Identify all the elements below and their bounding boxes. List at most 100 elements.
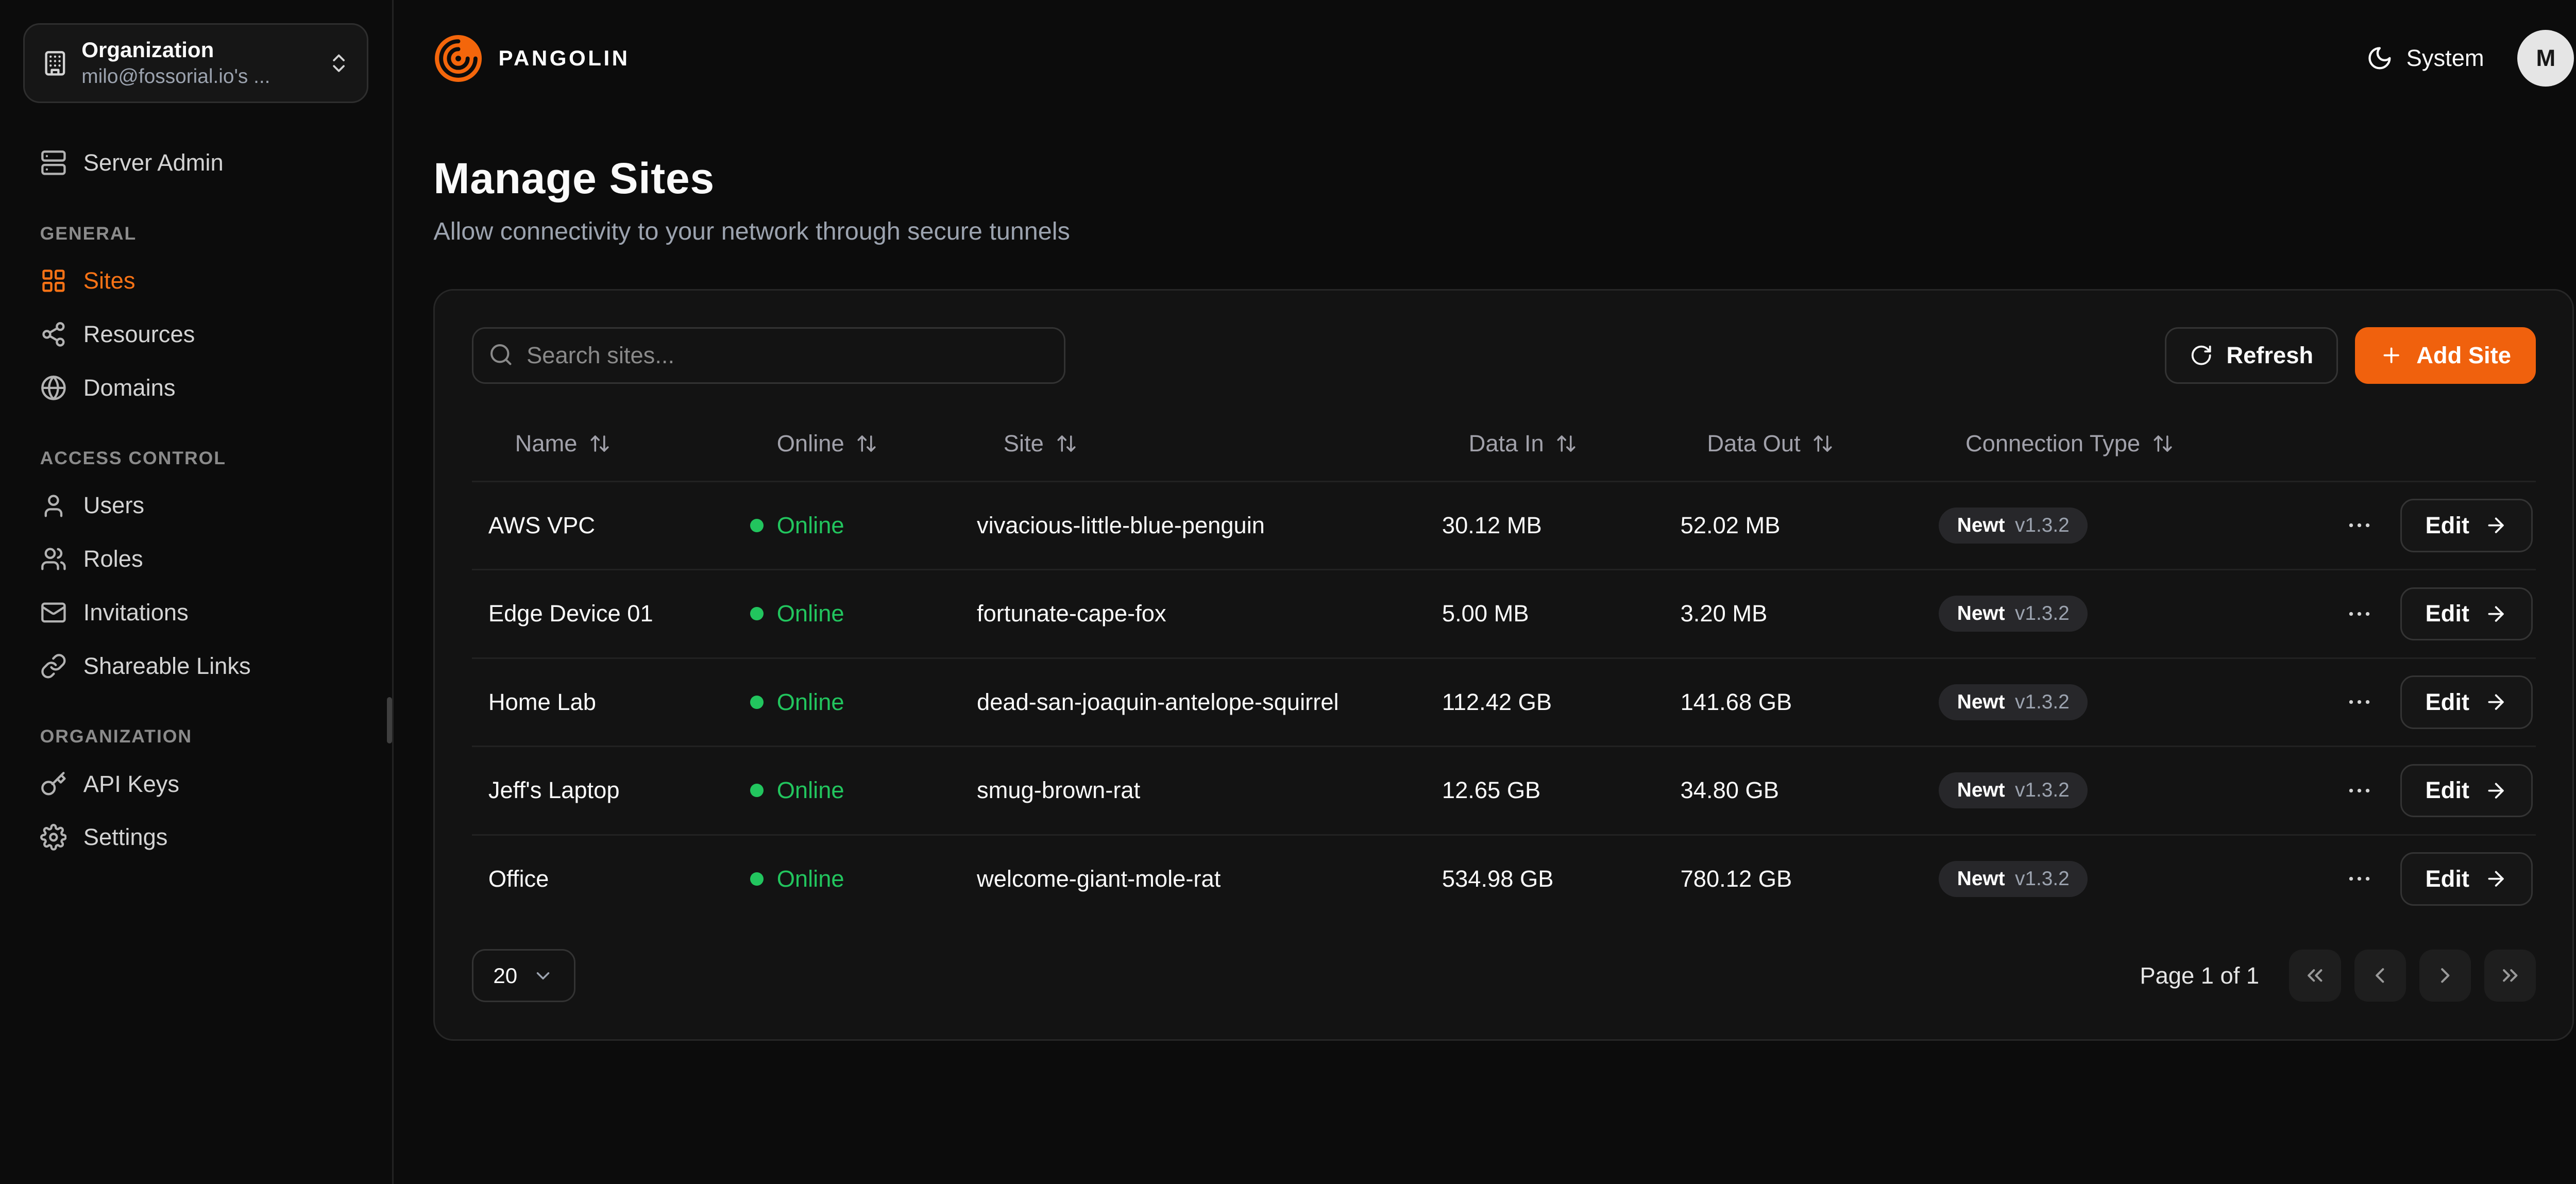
data-in-value: 534.98 GB — [1426, 866, 1664, 892]
table-footer: 20 Page 1 of 1 — [472, 949, 2536, 1003]
column-header-name: Name — [472, 430, 734, 457]
table-row: Edge Device 01 Online fortunate-cape-fox… — [472, 569, 2536, 657]
sort-data-out-button[interactable]: Data Out — [1707, 430, 1834, 457]
edit-button[interactable]: Edit — [2400, 499, 2533, 552]
gear-icon — [40, 824, 67, 851]
sidebar-item-resources[interactable]: Resources — [23, 308, 368, 361]
sort-icon — [2152, 433, 2174, 454]
sidebar-item-label: Settings — [83, 824, 168, 851]
row-menu-button[interactable] — [2345, 600, 2374, 628]
search-field-wrap — [472, 327, 1065, 384]
column-header-data-out: Data Out — [1664, 430, 1922, 457]
connection-type-badge: Newtv1.3.2 — [1939, 596, 2088, 632]
theme-label: System — [2406, 45, 2484, 72]
data-out-value: 3.20 MB — [1664, 600, 1922, 627]
chevron-left-icon — [2367, 963, 2393, 988]
sort-site-button[interactable]: Site — [1004, 430, 1077, 457]
next-page-button[interactable] — [2419, 950, 2471, 1001]
connection-type-badge: Newtv1.3.2 — [1939, 508, 2088, 544]
sidebar-item-label: Users — [83, 492, 144, 519]
sidebar-section-general: GENERAL — [40, 223, 352, 244]
last-page-button[interactable] — [2484, 950, 2536, 1001]
ellipsis-icon — [2345, 865, 2374, 893]
online-status: Online — [750, 600, 943, 627]
previous-page-button[interactable] — [2354, 950, 2406, 1001]
plus-icon — [2380, 344, 2403, 367]
add-site-button[interactable]: Add Site — [2355, 327, 2536, 384]
table-row: Office Online welcome-giant-mole-rat 534… — [472, 834, 2536, 923]
ellipsis-icon — [2345, 600, 2374, 628]
sidebar-item-invitations[interactable]: Invitations — [23, 586, 368, 639]
site-slug: welcome-giant-mole-rat — [960, 866, 1426, 892]
connection-type-badge: Newtv1.3.2 — [1939, 861, 2088, 897]
edit-button[interactable]: Edit — [2400, 852, 2533, 906]
online-status: Online — [750, 777, 943, 804]
edit-button[interactable]: Edit — [2400, 675, 2533, 729]
sort-online-button[interactable]: Online — [777, 430, 878, 457]
sort-name-button[interactable]: Name — [515, 430, 611, 457]
site-slug: dead-san-joaquin-antelope-squirrel — [960, 689, 1426, 716]
sort-connection-type-button[interactable]: Connection Type — [1965, 430, 2174, 457]
sidebar-item-server-admin[interactable]: Server Admin — [23, 136, 368, 190]
main-area: PANGOLIN System M Manage Sites Allow con… — [394, 0, 2576, 1184]
online-dot — [750, 872, 764, 886]
sidebar-item-roles[interactable]: Roles — [23, 532, 368, 586]
organization-selector[interactable]: Organization milo@fossorial.io's ... — [23, 23, 368, 103]
arrow-right-icon — [2484, 602, 2507, 625]
sort-icon — [589, 433, 611, 454]
sidebar-item-shareable-links[interactable]: Shareable Links — [23, 639, 368, 693]
search-input[interactable] — [472, 327, 1065, 384]
chevron-right-icon — [2433, 963, 2458, 988]
topbar: PANGOLIN System M — [394, 0, 2576, 110]
arrow-right-icon — [2484, 867, 2507, 890]
data-out-value: 780.12 GB — [1664, 866, 1922, 892]
building-icon — [42, 50, 69, 77]
sidebar-item-settings[interactable]: Settings — [23, 810, 368, 864]
table-toolbar: Refresh Add Site — [472, 327, 2536, 384]
mail-icon — [40, 599, 67, 626]
refresh-button[interactable]: Refresh — [2165, 327, 2338, 384]
sidebar-item-users[interactable]: Users — [23, 479, 368, 533]
theme-toggle-button[interactable]: System — [2366, 45, 2484, 72]
column-header-data-in: Data In — [1426, 430, 1664, 457]
sidebar-item-label: Sites — [83, 267, 135, 294]
arrow-right-icon — [2484, 514, 2507, 537]
sidebar-section-access-control: ACCESS CONTROL — [40, 448, 352, 469]
users-icon — [40, 546, 67, 572]
online-status: Online — [750, 512, 943, 539]
refresh-icon — [2190, 344, 2213, 367]
column-header-site: Site — [960, 430, 1426, 457]
site-name: AWS VPC — [472, 512, 734, 539]
row-menu-button[interactable] — [2345, 865, 2374, 893]
sidebar-scrollbar-thumb[interactable] — [387, 697, 392, 744]
page-indicator: Page 1 of 1 — [2140, 962, 2259, 989]
online-status: Online — [750, 866, 943, 892]
sites-table-card: Refresh Add Site Name Online — [433, 289, 2574, 1041]
row-menu-button[interactable] — [2345, 688, 2374, 716]
site-name: Office — [472, 866, 734, 892]
edit-button[interactable]: Edit — [2400, 587, 2533, 641]
avatar[interactable]: M — [2517, 30, 2574, 87]
site-name: Home Lab — [472, 689, 734, 716]
data-out-value: 52.02 MB — [1664, 512, 1922, 539]
sort-data-in-button[interactable]: Data In — [1469, 430, 1578, 457]
edit-button[interactable]: Edit — [2400, 764, 2533, 818]
sidebar-item-sites[interactable]: Sites — [23, 254, 368, 308]
app-window: Organization milo@fossorial.io's ... Ser… — [0, 0, 2576, 1184]
row-menu-button[interactable] — [2345, 776, 2374, 805]
sidebar-nav: Server Admin GENERAL Sites Resources Dom… — [23, 136, 368, 864]
arrow-right-icon — [2484, 690, 2507, 714]
table-row: Jeff's Laptop Online smug-brown-rat 12.6… — [472, 746, 2536, 834]
row-menu-button[interactable] — [2345, 511, 2374, 539]
online-dot — [750, 519, 764, 532]
first-page-button[interactable] — [2289, 950, 2341, 1001]
data-in-value: 5.00 MB — [1426, 600, 1664, 627]
share-icon — [40, 321, 67, 348]
column-header-connection-type: Connection Type — [1922, 430, 2306, 457]
sidebar-item-domains[interactable]: Domains — [23, 361, 368, 415]
search-icon — [488, 342, 514, 367]
key-icon — [40, 771, 67, 798]
pangolin-logo-icon — [433, 33, 483, 83]
page-size-select[interactable]: 20 — [472, 949, 576, 1003]
sidebar-item-api-keys[interactable]: API Keys — [23, 757, 368, 811]
